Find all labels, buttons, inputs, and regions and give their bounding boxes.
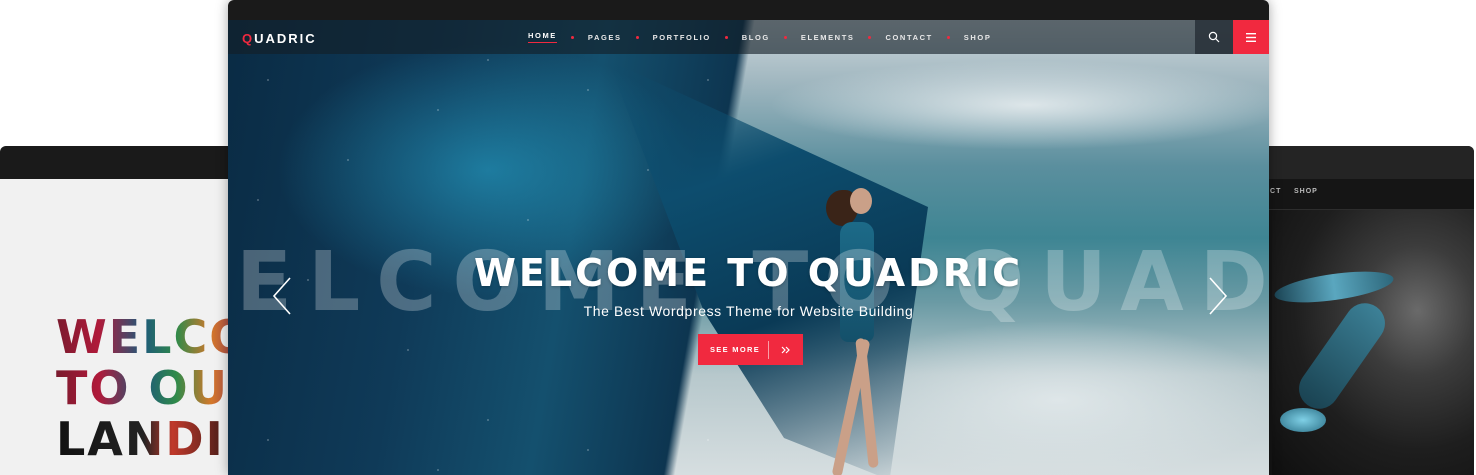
menu-button[interactable] xyxy=(1233,20,1269,54)
headline-line-1: WELCO xyxy=(56,312,234,363)
blue-lips xyxy=(1280,408,1326,432)
chevron-right-icon xyxy=(1209,277,1228,315)
nav-item-blog[interactable]: BLOG xyxy=(742,33,770,42)
nav-item-portfolio[interactable]: PORTFOLIO xyxy=(653,33,711,42)
logo-q-letter: Q xyxy=(242,31,255,46)
figure-head xyxy=(850,188,872,214)
right-mockup-nav: ACT SHOP xyxy=(1262,188,1474,208)
chevron-left-icon xyxy=(272,277,291,315)
right-nav-item-shop[interactable]: SHOP xyxy=(1294,188,1318,195)
left-mockup-topbar xyxy=(0,146,234,179)
nav-item-contact[interactable]: CONTACT xyxy=(885,33,932,42)
hamburger-icon xyxy=(1246,32,1256,42)
woman-figure xyxy=(826,188,888,475)
nav-separator-dot xyxy=(946,35,950,39)
slider-prev-arrow[interactable] xyxy=(270,276,294,316)
nav-separator-dot xyxy=(724,35,728,39)
headline-line-3: LANDI xyxy=(56,414,234,465)
search-icon xyxy=(1208,31,1220,43)
main-browser-window: QUADRIC HOME PAGES PORTFOLIO BLOG ELEMEN… xyxy=(228,0,1269,475)
nav-separator-dot xyxy=(635,35,639,39)
site-navbar: QUADRIC HOME PAGES PORTFOLIO BLOG ELEMEN… xyxy=(228,20,1269,54)
see-more-button[interactable]: SEE MORE xyxy=(698,334,803,365)
slider-next-arrow[interactable] xyxy=(1206,276,1230,316)
nav-separator-dot xyxy=(783,35,787,39)
hero-subtitle: The Best Wordpress Theme for Website Bui… xyxy=(583,303,914,319)
cloud-upper xyxy=(768,60,1269,150)
nav-separator-dot xyxy=(868,35,872,39)
left-mockup-window: WELCO TO OU LANDI xyxy=(0,146,234,475)
see-more-label: SEE MORE xyxy=(710,345,760,354)
nav-item-shop[interactable]: SHOP xyxy=(964,33,992,42)
nav-separator-dot xyxy=(570,35,574,39)
browser-top-bar xyxy=(228,0,1269,20)
right-mockup-topbar xyxy=(1262,146,1474,179)
main-nav-menu: HOME PAGES PORTFOLIO BLOG ELEMENTS CONTA… xyxy=(528,20,991,54)
search-button[interactable] xyxy=(1195,20,1233,54)
headline-line-2: TO OU xyxy=(56,363,234,414)
logo-text: UADRIC xyxy=(254,31,317,46)
site-logo[interactable]: QUADRIC xyxy=(242,31,317,46)
double-chevron-right-icon xyxy=(769,346,803,354)
nav-item-home[interactable]: HOME xyxy=(528,31,557,43)
figure-leg-right xyxy=(855,337,879,469)
nav-item-elements[interactable]: ELEMENTS xyxy=(801,33,855,42)
hero-title: WELCOME TO QUADRIC xyxy=(474,251,1023,295)
right-mockup-window: ACT SHOP xyxy=(1262,146,1474,475)
left-mockup-headline: WELCO TO OU LANDI xyxy=(56,312,234,465)
nav-item-pages[interactable]: PAGES xyxy=(588,33,622,42)
